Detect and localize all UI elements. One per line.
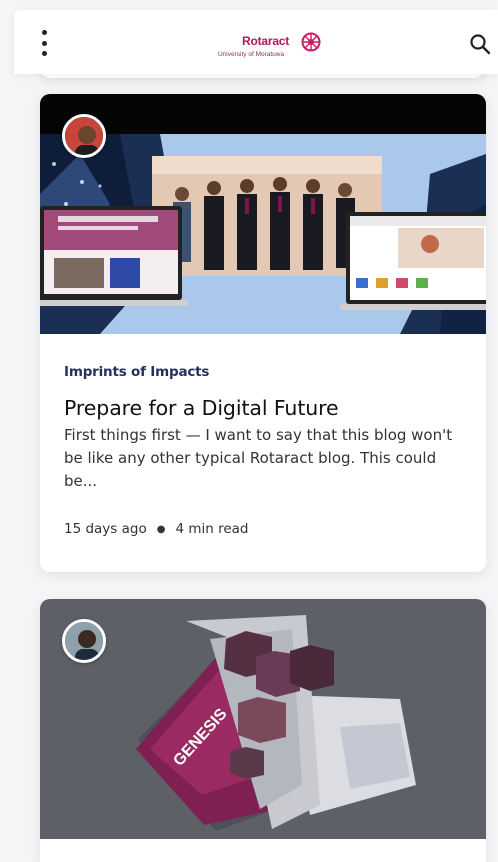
post-read-time: 4 min read [175,521,249,537]
logo-name: Rotaract [242,34,290,48]
post-title[interactable]: Prepare for a Digital Future [64,396,462,420]
more-vert-icon[interactable] [36,30,52,56]
separator-dot: ● [156,523,166,535]
post-excerpt: First things first — I want to say that … [64,426,453,490]
feed: Imprints of Impacts Prepare for a Digita… [0,0,498,862]
post-card[interactable]: GENESIS [40,599,486,862]
logo-subtitle: University of Moratuwa [218,51,285,58]
post-cover-image: GENESIS [40,599,486,839]
post-body: Imprints of Impacts Prepare for a Digita… [40,334,486,537]
post-meta: 15 days ago ● 4 min read [64,521,462,537]
post-date: 15 days ago [64,521,147,537]
search-icon[interactable] [468,32,492,56]
post-card[interactable]: Imprints of Impacts Prepare for a Digita… [40,94,486,572]
app-header: Rotaract University of Moratuwa [14,10,498,74]
author-avatar[interactable] [62,114,106,158]
site-logo[interactable]: Rotaract University of Moratuwa [218,32,321,64]
post-category[interactable]: Imprints of Impacts [64,364,462,380]
post-cover-image [40,94,486,334]
rotary-wheel-icon [301,32,321,52]
author-avatar[interactable] [62,619,106,663]
